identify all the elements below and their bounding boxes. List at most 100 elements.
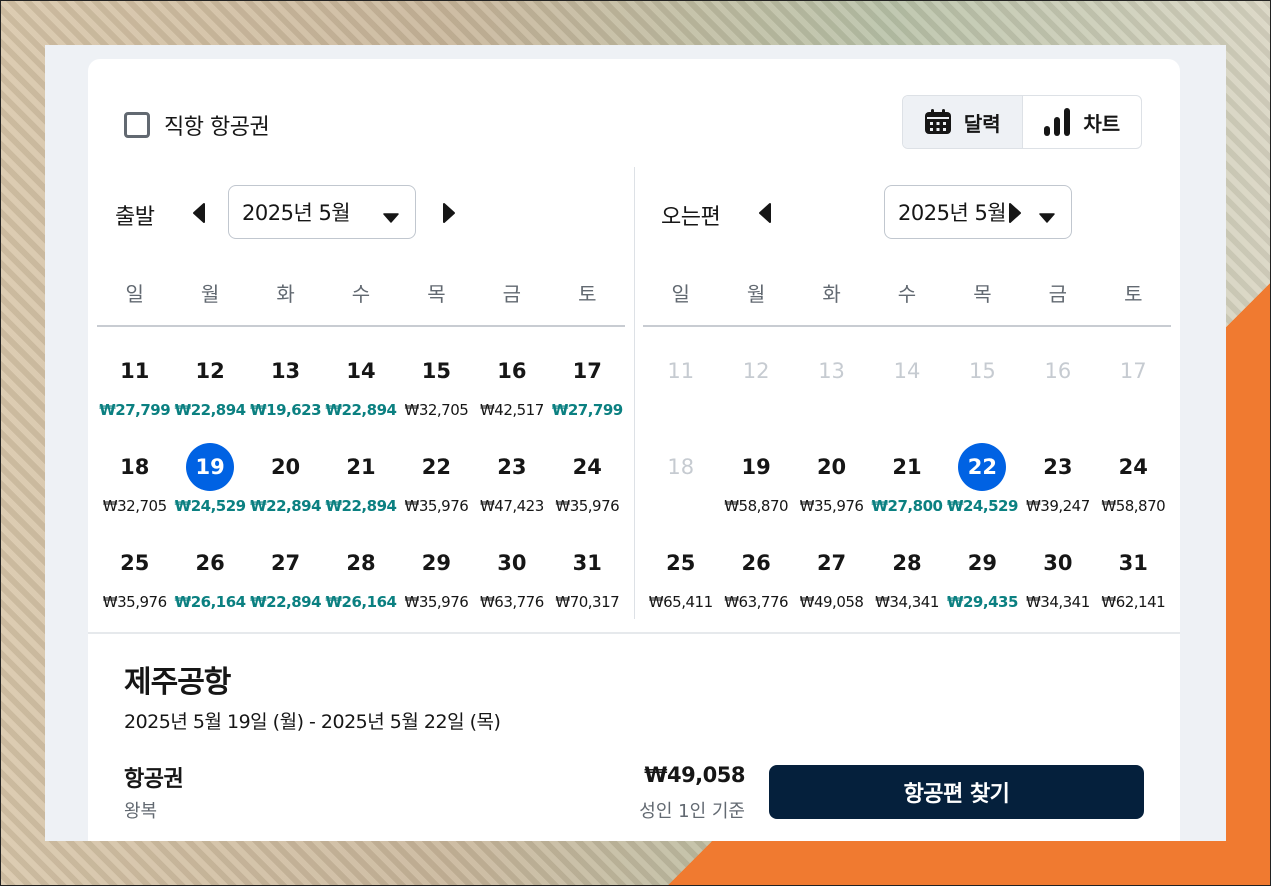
return-day-cell: 16: [1020, 343, 1095, 439]
return-day-cell: 15: [945, 343, 1020, 439]
day-number: 24: [572, 455, 602, 479]
depart-day-cell[interactable]: 18 ₩32,705: [97, 439, 172, 535]
day-price: ₩32,705: [404, 401, 469, 419]
depart-prev-month-button[interactable]: [189, 202, 211, 224]
return-day-cell[interactable]: 22 ₩24,529: [945, 439, 1020, 535]
total-price: ₩49,058: [644, 763, 745, 787]
depart-day-cell[interactable]: 28 ₩26,164: [323, 535, 398, 631]
day-price: ₩26,164: [325, 593, 397, 611]
day-price: ₩29,435: [946, 593, 1018, 611]
depart-day-cell[interactable]: 24 ₩35,976: [550, 439, 625, 535]
day-number: 20: [270, 455, 301, 479]
day-number: 15: [969, 359, 996, 383]
return-day-cell[interactable]: 28 ₩34,341: [869, 535, 944, 631]
weekday-label: 토: [1124, 282, 1143, 306]
price-basis: 성인 1인 기준: [639, 801, 745, 822]
depart-day-cell[interactable]: 19 ₩24,529: [172, 439, 247, 535]
calendar-view-button[interactable]: 달력: [903, 96, 1023, 148]
day-number: 17: [1119, 359, 1147, 383]
return-day-cell[interactable]: 26 ₩63,776: [718, 535, 793, 631]
day-number: 28: [892, 551, 922, 575]
depart-day-cell[interactable]: 15 ₩32,705: [399, 343, 474, 439]
depart-day-cell[interactable]: 22 ₩35,976: [399, 439, 474, 535]
depart-next-month-button[interactable]: [437, 202, 459, 224]
return-day-cell[interactable]: 25 ₩65,411: [643, 535, 718, 631]
depart-day-cell[interactable]: 14 ₩22,894: [323, 343, 398, 439]
depart-day-cell[interactable]: 27 ₩22,894: [248, 535, 323, 631]
return-day-cell: 17: [1096, 343, 1171, 439]
depart-day-cell[interactable]: 12 ₩22,894: [172, 343, 247, 439]
return-calendar: 오는편 2025년 5월 일 월 화 수 목 금 토 11 12 13 14 15 16 17 18 19 ₩…: [643, 167, 1171, 619]
day-number: 28: [346, 551, 376, 575]
selected-day-number: 22: [958, 443, 1007, 491]
return-day-cell[interactable]: 23 ₩39,247: [1020, 439, 1095, 535]
return-day-cell[interactable]: 19 ₩58,870: [718, 439, 793, 535]
day-price: ₩35,976: [555, 497, 620, 515]
direct-flights-filter[interactable]: 직항 항공권: [124, 109, 270, 141]
weekday-label: 화: [822, 282, 841, 306]
day-price: ₩22,894: [250, 497, 322, 515]
chevron-down-icon: [383, 208, 399, 227]
depart-day-cell[interactable]: 31 ₩70,317: [550, 535, 625, 631]
return-next-month-button[interactable]: [1003, 202, 1025, 224]
calendar-view-label: 달력: [963, 111, 1001, 136]
day-price: ₩49,058: [799, 593, 864, 611]
destination-title: 제주공항: [124, 665, 231, 700]
day-number: 16: [1044, 359, 1072, 383]
return-day-cell[interactable]: 27 ₩49,058: [794, 535, 869, 631]
return-day-cell[interactable]: 24 ₩58,870: [1096, 439, 1171, 535]
depart-day-cell[interactable]: 17 ₩27,799: [550, 343, 625, 439]
return-day-cell[interactable]: 31 ₩62,141: [1096, 535, 1171, 631]
depart-day-cell[interactable]: 29 ₩35,976: [399, 535, 474, 631]
return-day-cell[interactable]: 21 ₩27,800: [869, 439, 944, 535]
depart-day-cell[interactable]: 20 ₩22,894: [248, 439, 323, 535]
view-toggle: 달력 차트: [902, 95, 1142, 149]
day-price: ₩34,341: [1025, 593, 1090, 611]
day-price: ₩27,800: [871, 497, 943, 515]
return-month-select[interactable]: 2025년 5월: [884, 185, 1072, 239]
day-number: 18: [120, 455, 150, 479]
day-number: 23: [1043, 455, 1073, 479]
weekday-label: 수: [351, 282, 371, 306]
weekday-label: 화: [276, 282, 295, 306]
weekday-label: 목: [427, 282, 446, 306]
depart-day-cell[interactable]: 21 ₩22,894: [323, 439, 398, 535]
return-day-cell: 14: [869, 343, 944, 439]
day-price: ₩35,976: [799, 497, 864, 515]
return-month-header: 오는편 2025년 5월: [643, 185, 1171, 239]
day-price: ₩26,164: [174, 593, 246, 611]
chart-view-button[interactable]: 차트: [1023, 96, 1142, 148]
depart-day-cell[interactable]: 23 ₩47,423: [474, 439, 549, 535]
depart-day-cell[interactable]: 13 ₩19,623: [248, 343, 323, 439]
return-day-cell[interactable]: 29 ₩29,435: [945, 535, 1020, 631]
day-price: ₩27,799: [99, 401, 171, 419]
day-price: ₩65,411: [648, 593, 713, 611]
return-day-grid: 11 12 13 14 15 16 17 18 19 ₩58,870 20 ₩35,976 21 ₩27,…: [643, 343, 1171, 631]
depart-month-header: 출발 2025년 5월: [97, 185, 625, 239]
depart-day-cell[interactable]: 16 ₩42,517: [474, 343, 549, 439]
chevron-down-icon: [1039, 208, 1055, 227]
depart-day-cell[interactable]: 26 ₩26,164: [172, 535, 247, 631]
selected-date-range: 2025년 5월 19일 (월) - 2025년 5월 22일 (목): [124, 711, 501, 733]
depart-day-cell[interactable]: 11 ₩27,799: [97, 343, 172, 439]
day-price: ₩24,529: [174, 497, 246, 515]
day-price: ₩22,894: [174, 401, 246, 419]
day-price: ₩47,423: [479, 497, 544, 515]
calendar-card: 직항 항공권 달력 차트 출발 2025년 5월 일 월 화 수 목 금 토 1…: [88, 59, 1180, 841]
day-price: ₩63,776: [724, 593, 789, 611]
search-flights-button[interactable]: 항공편 찾기: [769, 765, 1144, 819]
direct-flights-checkbox[interactable]: [124, 112, 150, 138]
day-price: ₩22,894: [325, 497, 397, 515]
return-day-cell[interactable]: 20 ₩35,976: [794, 439, 869, 535]
ticket-label: 항공권: [124, 767, 184, 792]
return-prev-month-button[interactable]: [755, 202, 777, 224]
day-price: ₩27,799: [551, 401, 623, 419]
depart-day-cell[interactable]: 30 ₩63,776: [474, 535, 549, 631]
weekday-label: 수: [897, 282, 917, 306]
depart-month-select[interactable]: 2025년 5월: [228, 185, 416, 239]
depart-day-cell[interactable]: 25 ₩35,976: [97, 535, 172, 631]
return-day-cell[interactable]: 30 ₩34,341: [1020, 535, 1095, 631]
day-price: ₩70,317: [555, 593, 620, 611]
day-number: 31: [1118, 551, 1148, 575]
day-number: 13: [818, 359, 845, 383]
